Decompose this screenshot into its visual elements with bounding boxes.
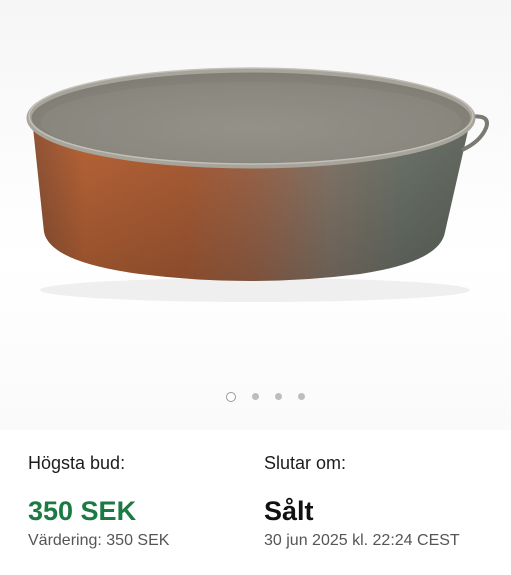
valuation-text: Värdering: 350 SEK <box>28 532 170 549</box>
carousel-dot-3[interactable] <box>275 393 282 400</box>
end-datetime: 30 jun 2025 kl. 22:24 CEST <box>264 532 460 549</box>
highest-bid-amount: 350 SEK <box>28 496 137 526</box>
carousel-dot-4[interactable] <box>298 393 305 400</box>
carousel-dot-1[interactable] <box>226 392 236 402</box>
highest-bid-label: Högsta bud: <box>28 453 126 473</box>
item-page: Högsta bud: 350 SEK Värdering: 350 SEK S… <box>0 0 511 575</box>
product-image[interactable] <box>0 0 511 430</box>
auction-info: Högsta bud: 350 SEK Värdering: 350 SEK S… <box>28 448 498 552</box>
bid-section: Högsta bud: 350 SEK Värdering: 350 SEK <box>28 448 264 552</box>
ends-label: Slutar om: <box>264 453 347 473</box>
carousel-dot-2[interactable] <box>252 393 259 400</box>
pan-illustration <box>26 67 489 302</box>
carousel-dots <box>0 392 511 402</box>
sold-status: Sålt <box>264 496 314 526</box>
end-section: Slutar om: Sålt 30 jun 2025 kl. 22:24 CE… <box>264 448 498 552</box>
